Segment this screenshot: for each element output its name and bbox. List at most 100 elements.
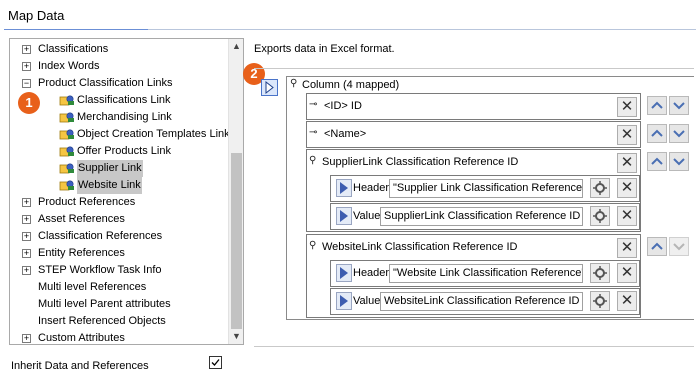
tree-item[interactable]: Website Link [10, 177, 228, 194]
play-icon[interactable] [336, 292, 352, 310]
tree-item[interactable]: Offer Products Link [10, 143, 228, 160]
header-value-field[interactable]: "Website Link Classification Reference" [389, 264, 583, 283]
tree-item-label: Insert Referenced Objects [38, 315, 166, 327]
checkbox-icon [211, 359, 220, 366]
value-label: Value [353, 295, 381, 307]
close-icon[interactable]: ✕ [617, 263, 637, 283]
description-text: Exports data in Excel format. [254, 43, 395, 55]
play-icon[interactable] [336, 179, 352, 197]
tree-item[interactable]: + Asset References [10, 211, 228, 228]
tree-item[interactable]: Insert Referenced Objects [10, 313, 228, 330]
move-up-icon[interactable] [647, 237, 667, 256]
tree-item-label: Website Link [77, 177, 142, 194]
expander-icon[interactable]: + [22, 198, 31, 207]
scroll-thumb[interactable] [231, 153, 242, 329]
tree-panel[interactable]: + Classifications + Index Words − Product Cla… [9, 38, 244, 345]
tree-item-label: Multi level References [38, 281, 147, 293]
value-field[interactable]: SupplierLink Classification Reference ID [380, 207, 583, 226]
inherit-label: Inherit Data and References [11, 360, 149, 372]
reference-link-icon [59, 94, 75, 107]
pin-icon: ⚲ [290, 78, 298, 89]
divider [254, 346, 694, 347]
move-down-icon[interactable] [669, 124, 689, 143]
pin-icon: ⚲ [309, 240, 317, 251]
header-value-field[interactable]: "Supplier Link Classification Reference" [389, 179, 583, 198]
tree-item-label: Offer Products Link [77, 145, 171, 157]
close-icon[interactable]: ✕ [617, 291, 637, 311]
close-icon[interactable]: ✕ [617, 206, 637, 226]
expander-icon[interactable]: + [22, 45, 31, 54]
close-icon[interactable]: ✕ [617, 125, 637, 145]
page-title: Map Data [8, 8, 65, 23]
expander-icon[interactable]: + [22, 62, 31, 71]
configure-icon[interactable] [590, 263, 610, 283]
expander-icon[interactable]: + [22, 266, 31, 275]
play-icon[interactable] [336, 207, 352, 225]
callout-badge-1: 1 [18, 92, 40, 114]
reference-link-icon [59, 111, 75, 124]
reference-link-icon [59, 145, 75, 158]
pin-icon: ⚲ [309, 155, 317, 166]
tree-item[interactable]: − Product Classification Links [10, 75, 228, 92]
tree-item-label: Supplier Link [77, 160, 143, 177]
close-icon[interactable]: ✕ [617, 97, 637, 117]
configure-icon[interactable] [590, 291, 610, 311]
mapping-row-label: SupplierLink Classification Reference ID [322, 156, 519, 168]
move-up-icon[interactable] [647, 152, 667, 171]
reference-link-icon [59, 128, 75, 141]
header-label: Header [353, 182, 390, 194]
move-up-icon[interactable] [647, 96, 667, 115]
move-up-icon[interactable] [647, 124, 667, 143]
value-label: Value [353, 210, 381, 222]
tree-item[interactable]: + Classifications [10, 41, 228, 58]
tree-item-label: STEP Workflow Task Info [38, 264, 162, 276]
close-icon[interactable]: ✕ [617, 238, 637, 258]
move-down-icon[interactable] [669, 96, 689, 115]
configure-icon[interactable] [590, 206, 610, 226]
expander-icon[interactable]: + [22, 249, 31, 258]
tree-item[interactable]: Multi level Parent attributes [10, 296, 228, 313]
tree-item-label: Merchandising Link [77, 111, 172, 123]
tree-item[interactable]: Object Creation Templates Link [10, 126, 230, 143]
key-icon: ⊸ [309, 127, 318, 138]
scroll-up-icon[interactable]: ▲ [229, 39, 243, 54]
inherit-checkbox[interactable] [209, 356, 222, 369]
column-label: Column (4 mapped) [302, 79, 400, 91]
tree-item[interactable]: Supplier Link [10, 160, 228, 177]
tree-scrollbar[interactable]: ▲ ▼ [228, 39, 243, 344]
header-label: Header [353, 267, 390, 279]
tree-item-label: Classifications [38, 43, 109, 55]
tree-item-label: Asset References [38, 213, 125, 225]
run-button[interactable] [261, 79, 278, 96]
play-icon[interactable] [336, 264, 352, 282]
mapping-row-label: WebsiteLink Classification Reference ID [322, 241, 518, 253]
tree-item[interactable]: Merchandising Link [10, 109, 228, 126]
expander-icon[interactable]: − [22, 79, 31, 88]
tree-item-label: Product References [38, 196, 136, 208]
tree-item[interactable]: + Entity References [10, 245, 228, 262]
scroll-down-icon[interactable]: ▼ [229, 329, 243, 344]
expander-icon[interactable]: + [22, 334, 31, 343]
key-icon: ⊸ [309, 99, 318, 110]
divider [254, 68, 694, 69]
close-icon[interactable]: ✕ [617, 153, 637, 173]
tree-item-label: Entity References [38, 247, 125, 259]
move-down-icon[interactable] [669, 152, 689, 171]
tree-item-label: Multi level Parent attributes [38, 298, 171, 310]
configure-icon[interactable] [590, 178, 610, 198]
tree-item[interactable]: + Product References [10, 194, 228, 211]
tree-item[interactable]: + Custom Attributes [10, 330, 228, 344]
expander-icon[interactable]: + [22, 215, 31, 224]
tree-item[interactable]: + STEP Workflow Task Info [10, 262, 228, 279]
expander-icon[interactable]: + [22, 232, 31, 241]
frame-border [148, 29, 696, 30]
title-underline [4, 29, 149, 30]
tree-item[interactable]: + Index Words [10, 58, 228, 75]
close-icon[interactable]: ✕ [617, 178, 637, 198]
tree-item[interactable]: Classifications Link [10, 92, 228, 109]
value-field[interactable]: WebsiteLink Classification Reference ID [380, 292, 583, 311]
tree-item-label: Product Classification Links [38, 77, 173, 89]
tree-item[interactable]: Multi level References [10, 279, 228, 296]
tree-item[interactable]: + Classification References [10, 228, 228, 245]
tree-item-label: Index Words [38, 60, 100, 72]
